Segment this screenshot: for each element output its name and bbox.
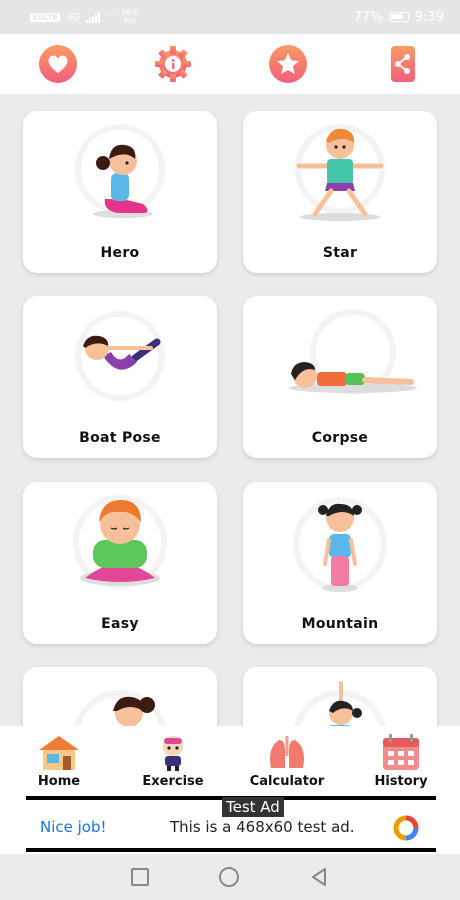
pose-card-hero[interactable]: Hero xyxy=(23,111,217,273)
pose-illustration xyxy=(294,681,386,726)
battery-percent: 77% xyxy=(353,9,383,25)
pose-card-boat-pose[interactable]: Boat Pose xyxy=(23,296,217,458)
ad-tag: Test Ad xyxy=(222,797,284,817)
pose-card-corpse[interactable]: Corpse xyxy=(243,296,437,458)
nav-exercise-label: Exercise xyxy=(142,774,204,789)
nav-home-label: Home xyxy=(37,774,81,789)
nav-history-label: History xyxy=(374,774,428,789)
pose-grid: Hero Star Boat Pose Corpse Easy Mountain xyxy=(0,94,460,726)
pose-card-8[interactable] xyxy=(243,667,437,726)
ad-area: Test Ad Nice job! This is a 468x60 test … xyxy=(0,796,460,854)
status-left: VoLTE 4G ◠ 36.6 K/s xyxy=(30,9,139,25)
volte-badge: VoLTE xyxy=(30,12,60,22)
nav-calculator-label: Calculator xyxy=(249,774,325,789)
star-icon xyxy=(268,45,307,83)
nav-history[interactable]: History xyxy=(346,726,456,796)
pose-card-7[interactable] xyxy=(23,667,217,726)
status-right: 77% 9:39 xyxy=(354,10,444,25)
nav-calculator[interactable]: Calculator xyxy=(232,726,342,796)
ad-logo-icon xyxy=(393,815,419,841)
share-button[interactable] xyxy=(383,44,423,84)
bottom-navigation: Home Exercise Calculator History xyxy=(0,726,460,796)
nav-exercise[interactable]: Exercise xyxy=(118,726,228,796)
favorites-button[interactable] xyxy=(38,44,78,84)
pose-label: Hero xyxy=(100,245,140,261)
pose-label: Mountain xyxy=(301,616,379,632)
pose-card-star[interactable]: Star xyxy=(243,111,437,273)
wifi-icon: ◠ xyxy=(106,11,115,23)
heart-icon xyxy=(38,45,77,83)
ad-body: This is a 468x60 test ad. xyxy=(170,818,355,836)
settings-button[interactable] xyxy=(153,44,193,84)
rate-button[interactable] xyxy=(268,44,308,84)
recent-apps-button[interactable] xyxy=(131,868,149,886)
status-bar: VoLTE 4G ◠ 36.6 K/s 77% 9:39 xyxy=(0,0,460,34)
clock: 9:39 xyxy=(414,9,444,25)
calendar-icon xyxy=(383,734,419,770)
network-type: 4G xyxy=(65,11,81,23)
battery-icon xyxy=(388,12,409,22)
system-navigation xyxy=(0,854,460,900)
pose-label: Star xyxy=(322,245,358,261)
network-speed: 36.6 K/s xyxy=(120,8,139,25)
pose-card-mountain[interactable]: Mountain xyxy=(243,482,437,644)
exercise-icon xyxy=(163,736,183,771)
settings-info-icon xyxy=(154,46,191,82)
home-icon xyxy=(39,736,79,770)
ad-banner[interactable]: Test Ad Nice job! This is a 468x60 test … xyxy=(26,796,436,852)
share-icon xyxy=(390,46,415,82)
home-system-button[interactable] xyxy=(219,867,239,887)
pose-label: Easy xyxy=(101,616,139,632)
top-toolbar xyxy=(0,34,460,94)
pose-label: Boat Pose xyxy=(79,430,161,446)
pose-label: Corpse xyxy=(311,430,369,446)
signal-icon xyxy=(86,11,101,23)
nav-home[interactable]: Home xyxy=(4,726,114,796)
pose-card-easy[interactable]: Easy xyxy=(23,482,217,644)
ad-headline: Nice job! xyxy=(40,818,107,836)
lungs-calculator-icon xyxy=(270,736,304,768)
back-button[interactable] xyxy=(309,867,329,887)
pose-illustration xyxy=(74,690,166,726)
